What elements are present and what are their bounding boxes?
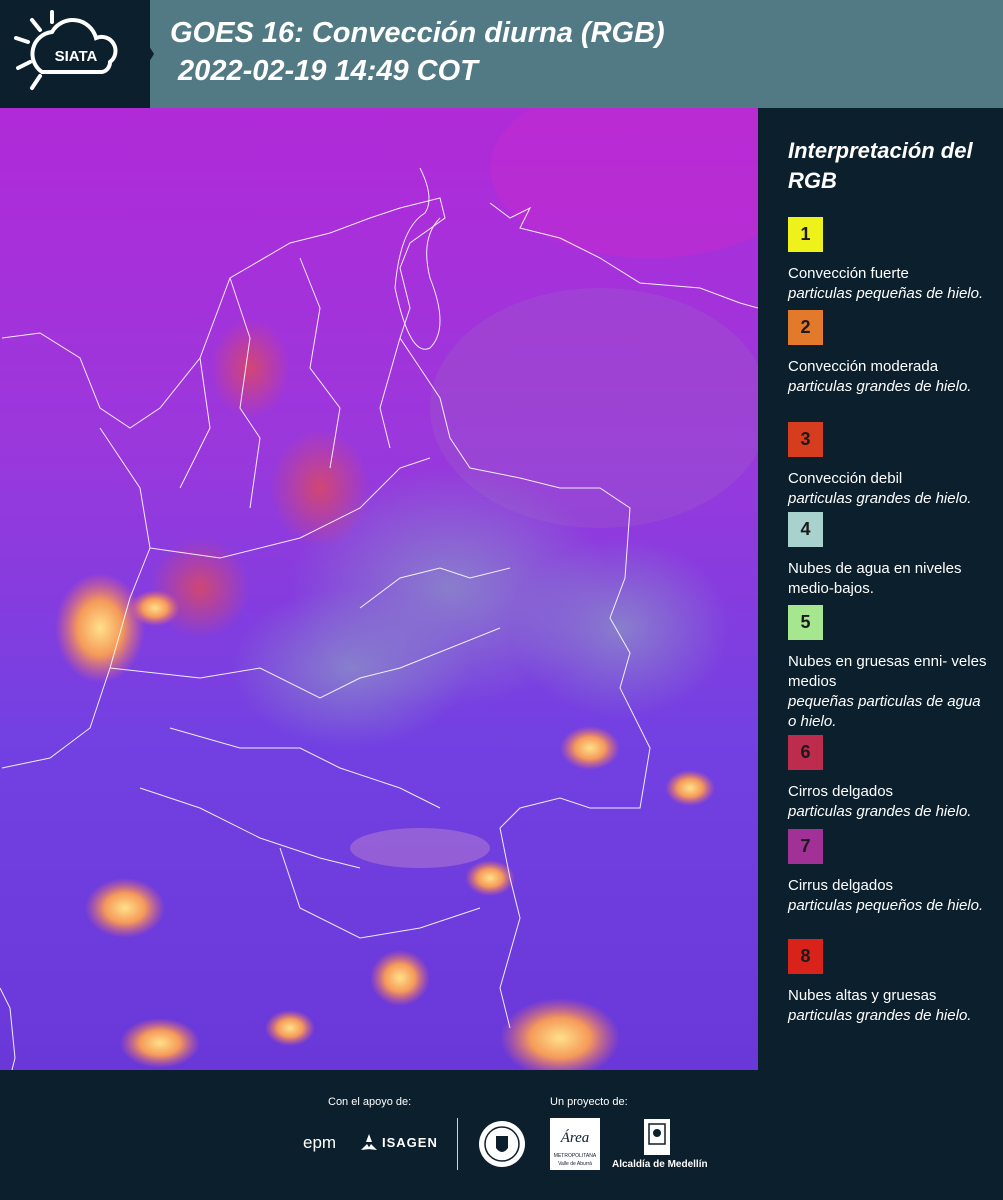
area-metropolitana-logo: Área METROPOLITANA Valle de Aburrá (550, 1118, 600, 1170)
legend-sublabel: pequeñas particulas de agua o hielo. (788, 693, 981, 730)
legend-swatch: 4 (788, 512, 823, 547)
page-title: GOES 16: Convección diurna (RGB) 2022-02… (170, 14, 665, 90)
legend-item-4: 4 Nubes de agua en niveles medio-bajos. (788, 512, 993, 599)
isagen-logo: ISAGEN (382, 1135, 438, 1150)
legend-item-7: 7 Cirrus delgados particulas pequeños de… (788, 829, 993, 916)
footer-divider (457, 1118, 458, 1170)
legend-label: Convección moderada (788, 358, 939, 375)
satellite-map (0, 108, 758, 1070)
medellin-shield-icon (644, 1119, 670, 1155)
legend-item-6: 6 Cirros delgados particulas grandes de … (788, 735, 993, 822)
legend-sublabel: particulas grandes de hielo. (788, 1007, 972, 1024)
alcaldia-label: Alcaldía de Medellín (612, 1159, 708, 1170)
siata-logo: SIATA (14, 10, 118, 90)
project-label: Un proyecto de: (550, 1096, 628, 1108)
legend-sublabel: particulas grandes de hielo. (788, 378, 972, 395)
legend-item-3: 3 Convección debil particulas grandes de… (788, 422, 993, 509)
area-logo-mark: Área (560, 1129, 590, 1146)
legend-sublabel: particulas grandes de hielo. (788, 490, 972, 507)
legend-panel: Interpretación del RGB 1 Convección fuer… (758, 108, 1003, 1070)
siata-logo-text: SIATA (55, 48, 98, 65)
area-logo-subtext: Valle de Aburrá (558, 1161, 592, 1167)
legend-title: Interpretación del RGB (788, 138, 973, 193)
legend-swatch: 5 (788, 605, 823, 640)
satellite-image (0, 108, 758, 1070)
legend-label: Nubes altas y gruesas (788, 987, 937, 1004)
title-line-2: 2022-02-19 14:49 COT (170, 55, 478, 87)
legend-swatch: 7 (788, 829, 823, 864)
legend-sublabel: particulas pequeños de hielo. (788, 897, 984, 914)
legend-label: Nubes en gruesas enni- veles medios (788, 653, 987, 690)
legend-swatch: 8 (788, 939, 823, 974)
legend-label: Cirros delgados (788, 783, 894, 800)
header-bar: SIATA GOES 16: Convección diurna (RGB) 2… (0, 0, 1003, 108)
legend-sublabel: particulas pequeñas de hielo. (788, 285, 984, 302)
legend-swatch: 2 (788, 310, 823, 345)
legend-swatch: 1 (788, 217, 823, 252)
legend-item-1: 1 Convección fuerte particulas pequeñas … (788, 217, 993, 304)
legend-label: Convección debil (788, 470, 903, 487)
legend-sublabel: particulas grandes de hielo. (788, 803, 972, 820)
area-logo-text: METROPOLITANA (554, 1153, 597, 1159)
legend-item-2: 2 Convección moderada particulas grandes… (788, 310, 993, 397)
footer: Con el apoyo de: Un proyecto de: epm ISA… (0, 1070, 1003, 1200)
legend-item-5: 5 Nubes en gruesas enni- veles medios pe… (788, 605, 993, 732)
legend-label: Nubes de agua en niveles medio-bajos. (788, 560, 962, 597)
legend-label: Cirrus delgados (788, 877, 894, 894)
seal-icon (479, 1121, 525, 1167)
epm-logo: epm (303, 1133, 337, 1152)
legend-swatch: 6 (788, 735, 823, 770)
isagen-icon (361, 1134, 377, 1150)
legend-label: Convección fuerte (788, 265, 909, 282)
legend-swatch: 3 (788, 422, 823, 457)
title-line-1: GOES 16: Convección diurna (RGB) (170, 17, 665, 49)
logo-arrow-shape (120, 0, 154, 108)
legend-item-8: 8 Nubes altas y gruesas particulas grand… (788, 939, 993, 1026)
support-label: Con el apoyo de: (328, 1096, 412, 1108)
